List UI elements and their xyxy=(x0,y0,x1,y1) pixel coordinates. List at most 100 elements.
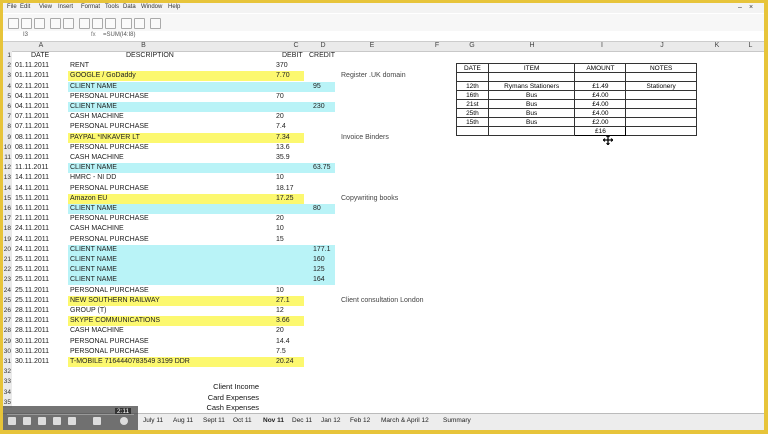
menu-data[interactable]: Data xyxy=(123,4,136,10)
debit-cell[interactable]: 7.70 xyxy=(276,71,290,81)
lookup-cell[interactable]: 16th xyxy=(456,90,489,100)
date-cell[interactable]: 08.11.2011 xyxy=(15,143,49,153)
menu-window[interactable]: Window xyxy=(141,4,162,10)
row-number[interactable]: 17 xyxy=(3,214,12,225)
description-cell[interactable]: CLIENT NAME xyxy=(70,255,117,265)
column-header-j[interactable]: J xyxy=(627,42,697,49)
description-cell[interactable]: HMRC - NI DD xyxy=(70,173,116,183)
credit-cell[interactable]: 125 xyxy=(313,265,325,275)
row-number[interactable]: 21 xyxy=(3,255,12,266)
debit-cell[interactable]: 370 xyxy=(276,61,288,71)
description-cell[interactable]: PERSONAL PURCHASE xyxy=(70,92,149,102)
lookup-cell[interactable]: 12th xyxy=(456,81,489,91)
description-cell[interactable]: CASH MACHINE xyxy=(70,112,124,122)
row-number[interactable]: 8 xyxy=(3,122,12,133)
debit-cell[interactable]: 14.4 xyxy=(276,337,290,347)
column-header-l[interactable]: L xyxy=(737,42,764,49)
row-number[interactable]: 14 xyxy=(3,183,12,194)
lookup-cell[interactable]: £16 xyxy=(574,126,627,136)
note-cell[interactable]: Client consultation London xyxy=(341,296,424,306)
minimize-icon[interactable]: – xyxy=(738,4,742,11)
lookup-cell[interactable]: £2.00 xyxy=(574,117,627,127)
lookup-cell[interactable] xyxy=(625,126,697,136)
date-cell[interactable]: 04.11.2011 xyxy=(15,102,49,112)
row-number[interactable]: 1 xyxy=(3,51,12,62)
fullscreen-icon[interactable] xyxy=(120,417,128,425)
captions-icon[interactable] xyxy=(53,417,61,425)
column-header-e[interactable]: E xyxy=(337,42,407,49)
row-number[interactable]: 4 xyxy=(3,81,12,92)
debit-cell[interactable]: 27.1 xyxy=(276,296,290,306)
sheet-tab[interactable]: July 11 xyxy=(143,417,163,424)
row-number[interactable]: 16 xyxy=(3,204,12,215)
date-cell[interactable]: 07.11.2011 xyxy=(15,122,49,132)
lookup-cell[interactable]: Rymans Stationers xyxy=(487,81,576,91)
credit-cell[interactable]: 230 xyxy=(313,102,325,112)
row-number[interactable]: 18 xyxy=(3,224,12,235)
date-cell[interactable]: 25.11.2011 xyxy=(15,286,49,296)
debit-cell[interactable]: 7.5 xyxy=(276,347,286,357)
undo-icon[interactable] xyxy=(121,18,132,29)
column-header-h[interactable]: H xyxy=(487,42,577,49)
column-header-i[interactable]: I xyxy=(577,42,627,49)
sheet-tab[interactable]: Summary xyxy=(443,417,471,424)
debit-cell[interactable]: 13.6 xyxy=(276,143,290,153)
debit-cell[interactable]: 7.34 xyxy=(276,133,290,143)
row-number[interactable]: 24 xyxy=(3,285,12,296)
date-cell[interactable]: 01.11.2011 xyxy=(15,71,49,81)
description-cell[interactable]: CASH MACHINE xyxy=(70,326,124,336)
date-cell[interactable]: 14.11.2011 xyxy=(15,173,49,183)
lookup-cell[interactable]: £4.00 xyxy=(574,99,627,109)
menu-file[interactable]: File xyxy=(7,4,17,10)
menu-insert[interactable]: Insert xyxy=(58,4,73,10)
lookup-cell[interactable] xyxy=(625,117,697,127)
date-cell[interactable]: 16.11.2011 xyxy=(15,204,49,214)
row-number[interactable]: 3 xyxy=(3,71,12,82)
row-number[interactable]: 26 xyxy=(3,306,12,317)
description-cell[interactable]: PERSONAL PURCHASE xyxy=(70,347,149,357)
row-number[interactable]: 29 xyxy=(3,336,12,347)
lookup-cell[interactable]: £4.00 xyxy=(574,108,627,118)
cut-icon[interactable] xyxy=(79,18,90,29)
lookup-cell[interactable] xyxy=(456,126,489,136)
description-cell[interactable]: Amazon EU xyxy=(70,194,107,204)
date-cell[interactable]: 28.11.2011 xyxy=(15,326,49,336)
description-cell[interactable]: CLIENT NAME xyxy=(70,275,117,285)
row-number[interactable]: 27 xyxy=(3,316,12,327)
date-cell[interactable]: 21.11.2011 xyxy=(15,214,49,224)
sum-icon[interactable] xyxy=(150,18,161,29)
paste-icon[interactable] xyxy=(105,18,116,29)
column-header-a[interactable]: A xyxy=(11,42,71,49)
column-header-f[interactable]: F xyxy=(417,42,457,49)
debit-cell[interactable]: 3.66 xyxy=(276,316,290,326)
lookup-cell[interactable] xyxy=(487,126,576,136)
menu-help[interactable]: Help xyxy=(168,4,180,10)
debit-cell[interactable]: 17.25 xyxy=(276,194,294,204)
description-cell[interactable]: T-MOBILE 7164440783549 3199 DDR xyxy=(70,357,190,367)
menu-view[interactable]: View xyxy=(39,4,52,10)
lookup-cell[interactable]: 15th xyxy=(456,117,489,127)
row-number[interactable]: 6 xyxy=(3,102,12,113)
sheet-tab[interactable]: Feb 12 xyxy=(350,417,370,424)
credit-cell[interactable]: 164 xyxy=(313,275,325,285)
date-cell[interactable]: 25.11.2011 xyxy=(15,296,49,306)
redo-icon[interactable] xyxy=(134,18,145,29)
column-header-g[interactable]: G xyxy=(457,42,487,49)
copy-icon[interactable] xyxy=(92,18,103,29)
date-cell[interactable]: 02.11.2011 xyxy=(15,82,49,92)
date-cell[interactable]: 30.11.2011 xyxy=(15,347,49,357)
date-cell[interactable]: 04.11.2011 xyxy=(15,92,49,102)
date-cell[interactable]: 28.11.2011 xyxy=(15,306,49,316)
lookup-cell[interactable] xyxy=(487,72,576,82)
date-cell[interactable]: 25.11.2011 xyxy=(15,255,49,265)
column-header-k[interactable]: K xyxy=(697,42,737,49)
date-cell[interactable]: 08.11.2011 xyxy=(15,133,49,143)
row-number[interactable]: 11 xyxy=(3,153,12,164)
row-number[interactable]: 19 xyxy=(3,234,12,245)
description-cell[interactable]: CASH MACHINE xyxy=(70,153,124,163)
description-cell[interactable]: CASH MACHINE xyxy=(70,224,124,234)
lookup-cell[interactable]: £4.00 xyxy=(574,90,627,100)
close-icon[interactable]: × xyxy=(749,4,753,11)
lookup-cell[interactable]: Stationery xyxy=(625,81,697,91)
preview-icon[interactable] xyxy=(63,18,74,29)
